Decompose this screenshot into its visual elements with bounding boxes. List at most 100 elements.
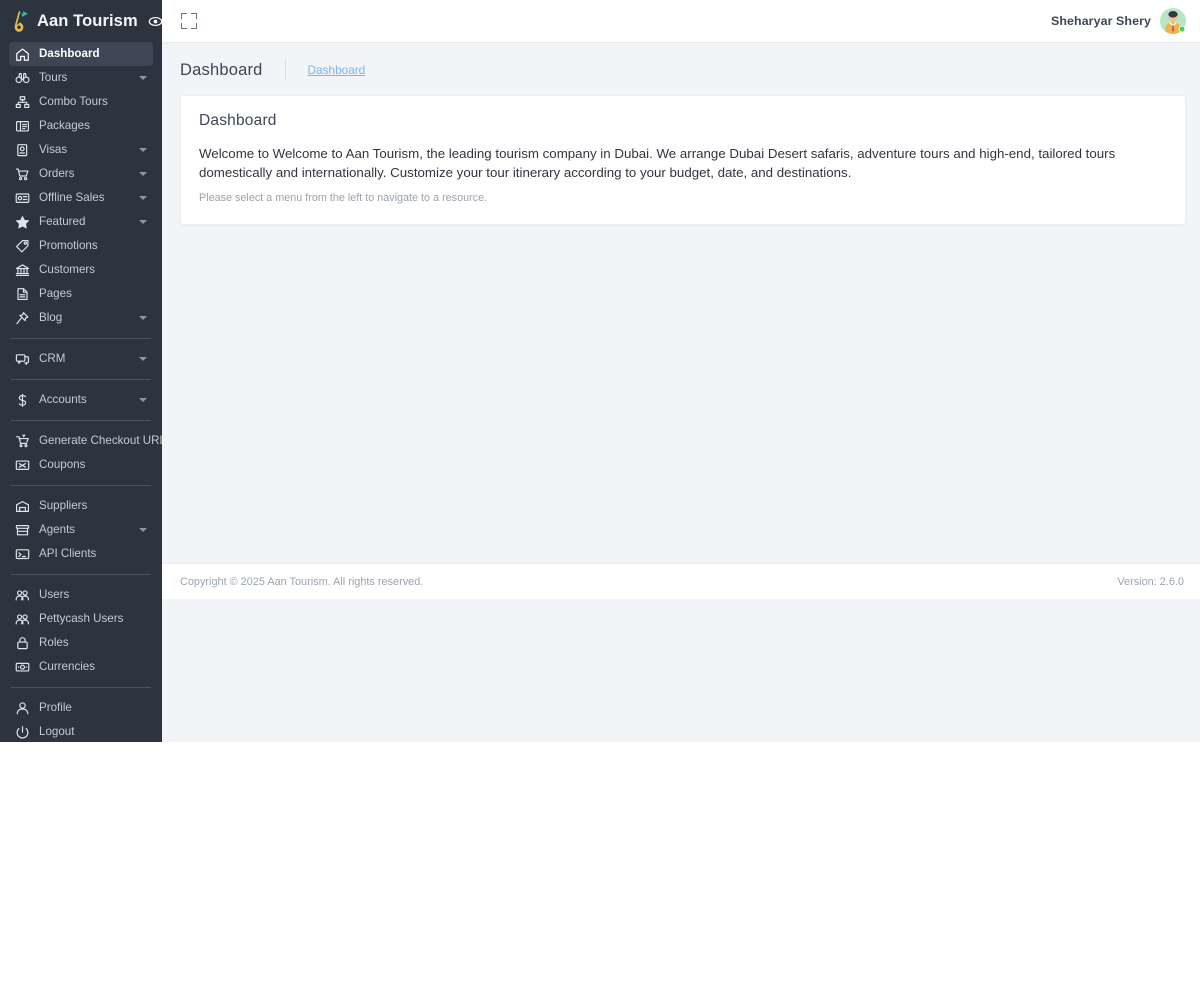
warehouse-icon [14, 499, 31, 514]
sidebar-item-logout[interactable]: Logout [9, 720, 153, 742]
sidebar-item-label: Packages [39, 119, 90, 133]
chevron-down-icon[interactable] [139, 148, 147, 152]
footer: Copyright © 2025 Aan Tourism. All rights… [162, 563, 1200, 599]
fullscreen-corner-tr [191, 13, 197, 19]
sidebar-divider [11, 574, 151, 575]
sidebar-item-label: Dashboard [39, 47, 100, 61]
coupon-icon [14, 458, 31, 473]
sidebar-item-label: Combo Tours [39, 95, 108, 109]
sidebar-item-users[interactable]: Users [9, 583, 153, 607]
sidebar-item-label: Currencies [39, 660, 96, 674]
person-icon [14, 701, 31, 716]
bank-icon [14, 263, 31, 278]
fullscreen-corner-tl [181, 13, 187, 19]
user-menu[interactable]: Sheharyar Shery [1051, 8, 1186, 34]
checkout-cart-icon [14, 433, 31, 449]
sidebar-item-label: Roles [39, 636, 69, 650]
sidebar-item-roles[interactable]: Roles [9, 631, 153, 655]
chevron-down-icon[interactable] [139, 528, 147, 532]
sidebar-item-pettycash-users[interactable]: Pettycash Users [9, 607, 153, 631]
tag-icon [14, 239, 31, 254]
card-hint-text: Please select a menu from the left to na… [199, 191, 488, 204]
file-icon [14, 287, 31, 302]
sidebar-nav: Dashboard Tours Combo Tours Packages Visas Or… [0, 42, 162, 742]
sidebar-item-currencies[interactable]: Currencies [9, 655, 153, 679]
package-icon [14, 119, 31, 134]
sidebar-item-dashboard[interactable]: Dashboard [9, 42, 153, 66]
sidebar-divider [11, 338, 151, 339]
sidebar-item-coupons[interactable]: Coupons [9, 453, 153, 477]
sidebar-item-blog[interactable]: Blog [9, 306, 153, 330]
chevron-down-icon[interactable] [139, 398, 147, 402]
sidebar-divider [11, 485, 151, 486]
sidebar-item-label: Generate Checkout URL [39, 434, 162, 448]
sidebar-item-featured[interactable]: Featured [9, 210, 153, 234]
avatar[interactable] [1160, 8, 1186, 34]
money-icon [14, 660, 31, 675]
users-icon [14, 612, 31, 627]
chevron-down-icon[interactable] [139, 316, 147, 320]
sidebar-item-label: Orders [39, 167, 75, 181]
sidebar-item-label: Users [39, 588, 70, 602]
page-title: Dashboard [180, 60, 263, 79]
eye-icon[interactable] [148, 14, 162, 29]
passport-icon [14, 143, 31, 158]
sidebar-item-accounts[interactable]: Accounts [9, 388, 153, 412]
sidebar-item-tours[interactable]: Tours [9, 66, 153, 90]
chevron-down-icon[interactable] [139, 172, 147, 176]
card-title: Dashboard [199, 112, 277, 129]
binoculars-icon [14, 71, 31, 86]
main-content: Dashboard Dashboard Dashboard Welcome to… [162, 43, 1200, 742]
sidebar-item-generate-checkout-url[interactable]: Generate Checkout URL [9, 429, 162, 453]
sidebar-item-offline-sales[interactable]: Offline Sales [9, 186, 153, 210]
dashboard-card: Dashboard Welcome to Welcome to Aan Tour… [180, 95, 1186, 225]
sidebar-item-suppliers[interactable]: Suppliers [9, 494, 153, 518]
sidebar-item-label: CRM [39, 352, 66, 366]
sidebar-item-visas[interactable]: Visas [9, 138, 153, 162]
sitemap-icon [14, 95, 31, 110]
sidebar-item-label: Tours [39, 71, 68, 85]
sidebar-item-profile[interactable]: Profile [9, 696, 153, 720]
terminal-icon [14, 547, 31, 562]
sidebar-item-label: Agents [39, 523, 76, 537]
chat-icon [14, 352, 31, 367]
sidebar-divider [11, 379, 151, 380]
card-sale-icon [14, 191, 31, 206]
breadcrumb-divider [284, 59, 286, 81]
sidebar-item-combo-tours[interactable]: Combo Tours [9, 90, 153, 114]
sidebar-item-label: Accounts [39, 393, 87, 407]
sidebar-item-api-clients[interactable]: API Clients [9, 542, 153, 566]
chevron-down-icon[interactable] [139, 357, 147, 361]
sidebar-item-pages[interactable]: Pages [9, 282, 153, 306]
home-icon [14, 47, 31, 62]
chevron-down-icon[interactable] [139, 76, 147, 80]
page-header: Dashboard Dashboard [162, 43, 1200, 95]
sidebar-divider [11, 420, 151, 421]
sidebar-item-customers[interactable]: Customers [9, 258, 153, 282]
topbar: Sheharyar Shery [162, 0, 1200, 43]
pin-icon [14, 311, 31, 326]
sidebar-item-label: Offline Sales [39, 191, 105, 205]
sidebar-item-label: Promotions [39, 239, 98, 253]
sidebar: Aan Tourism Dashboard Tours Combo Tours Pac… [0, 0, 162, 742]
brand-title: Aan Tourism [37, 11, 138, 30]
sidebar-item-orders[interactable]: Orders [9, 162, 153, 186]
sidebar-item-packages[interactable]: Packages [9, 114, 153, 138]
tourism-logo-icon [10, 9, 30, 33]
chevron-down-icon[interactable] [139, 196, 147, 200]
brand-header[interactable]: Aan Tourism [0, 0, 162, 42]
footer-version: Version: 2.6.0 [1117, 575, 1184, 588]
breadcrumb[interactable]: Dashboard [308, 63, 366, 77]
fullscreen-corner-bl [181, 23, 187, 29]
sidebar-item-agents[interactable]: Agents [9, 518, 153, 542]
user-name: Sheharyar Shery [1051, 14, 1151, 28]
fullscreen-expand-icon[interactable] [179, 11, 199, 31]
admin-dashboard-page: Aan Tourism Dashboard Tours Combo Tours Pac… [0, 0, 1200, 1000]
sidebar-item-label: Logout [39, 725, 75, 739]
sidebar-item-label: Profile [39, 701, 72, 715]
sidebar-item-crm[interactable]: CRM [9, 347, 153, 371]
fullscreen-corner-br [191, 23, 197, 29]
chevron-down-icon[interactable] [139, 220, 147, 224]
sidebar-divider [11, 687, 151, 688]
sidebar-item-promotions[interactable]: Promotions [9, 234, 153, 258]
